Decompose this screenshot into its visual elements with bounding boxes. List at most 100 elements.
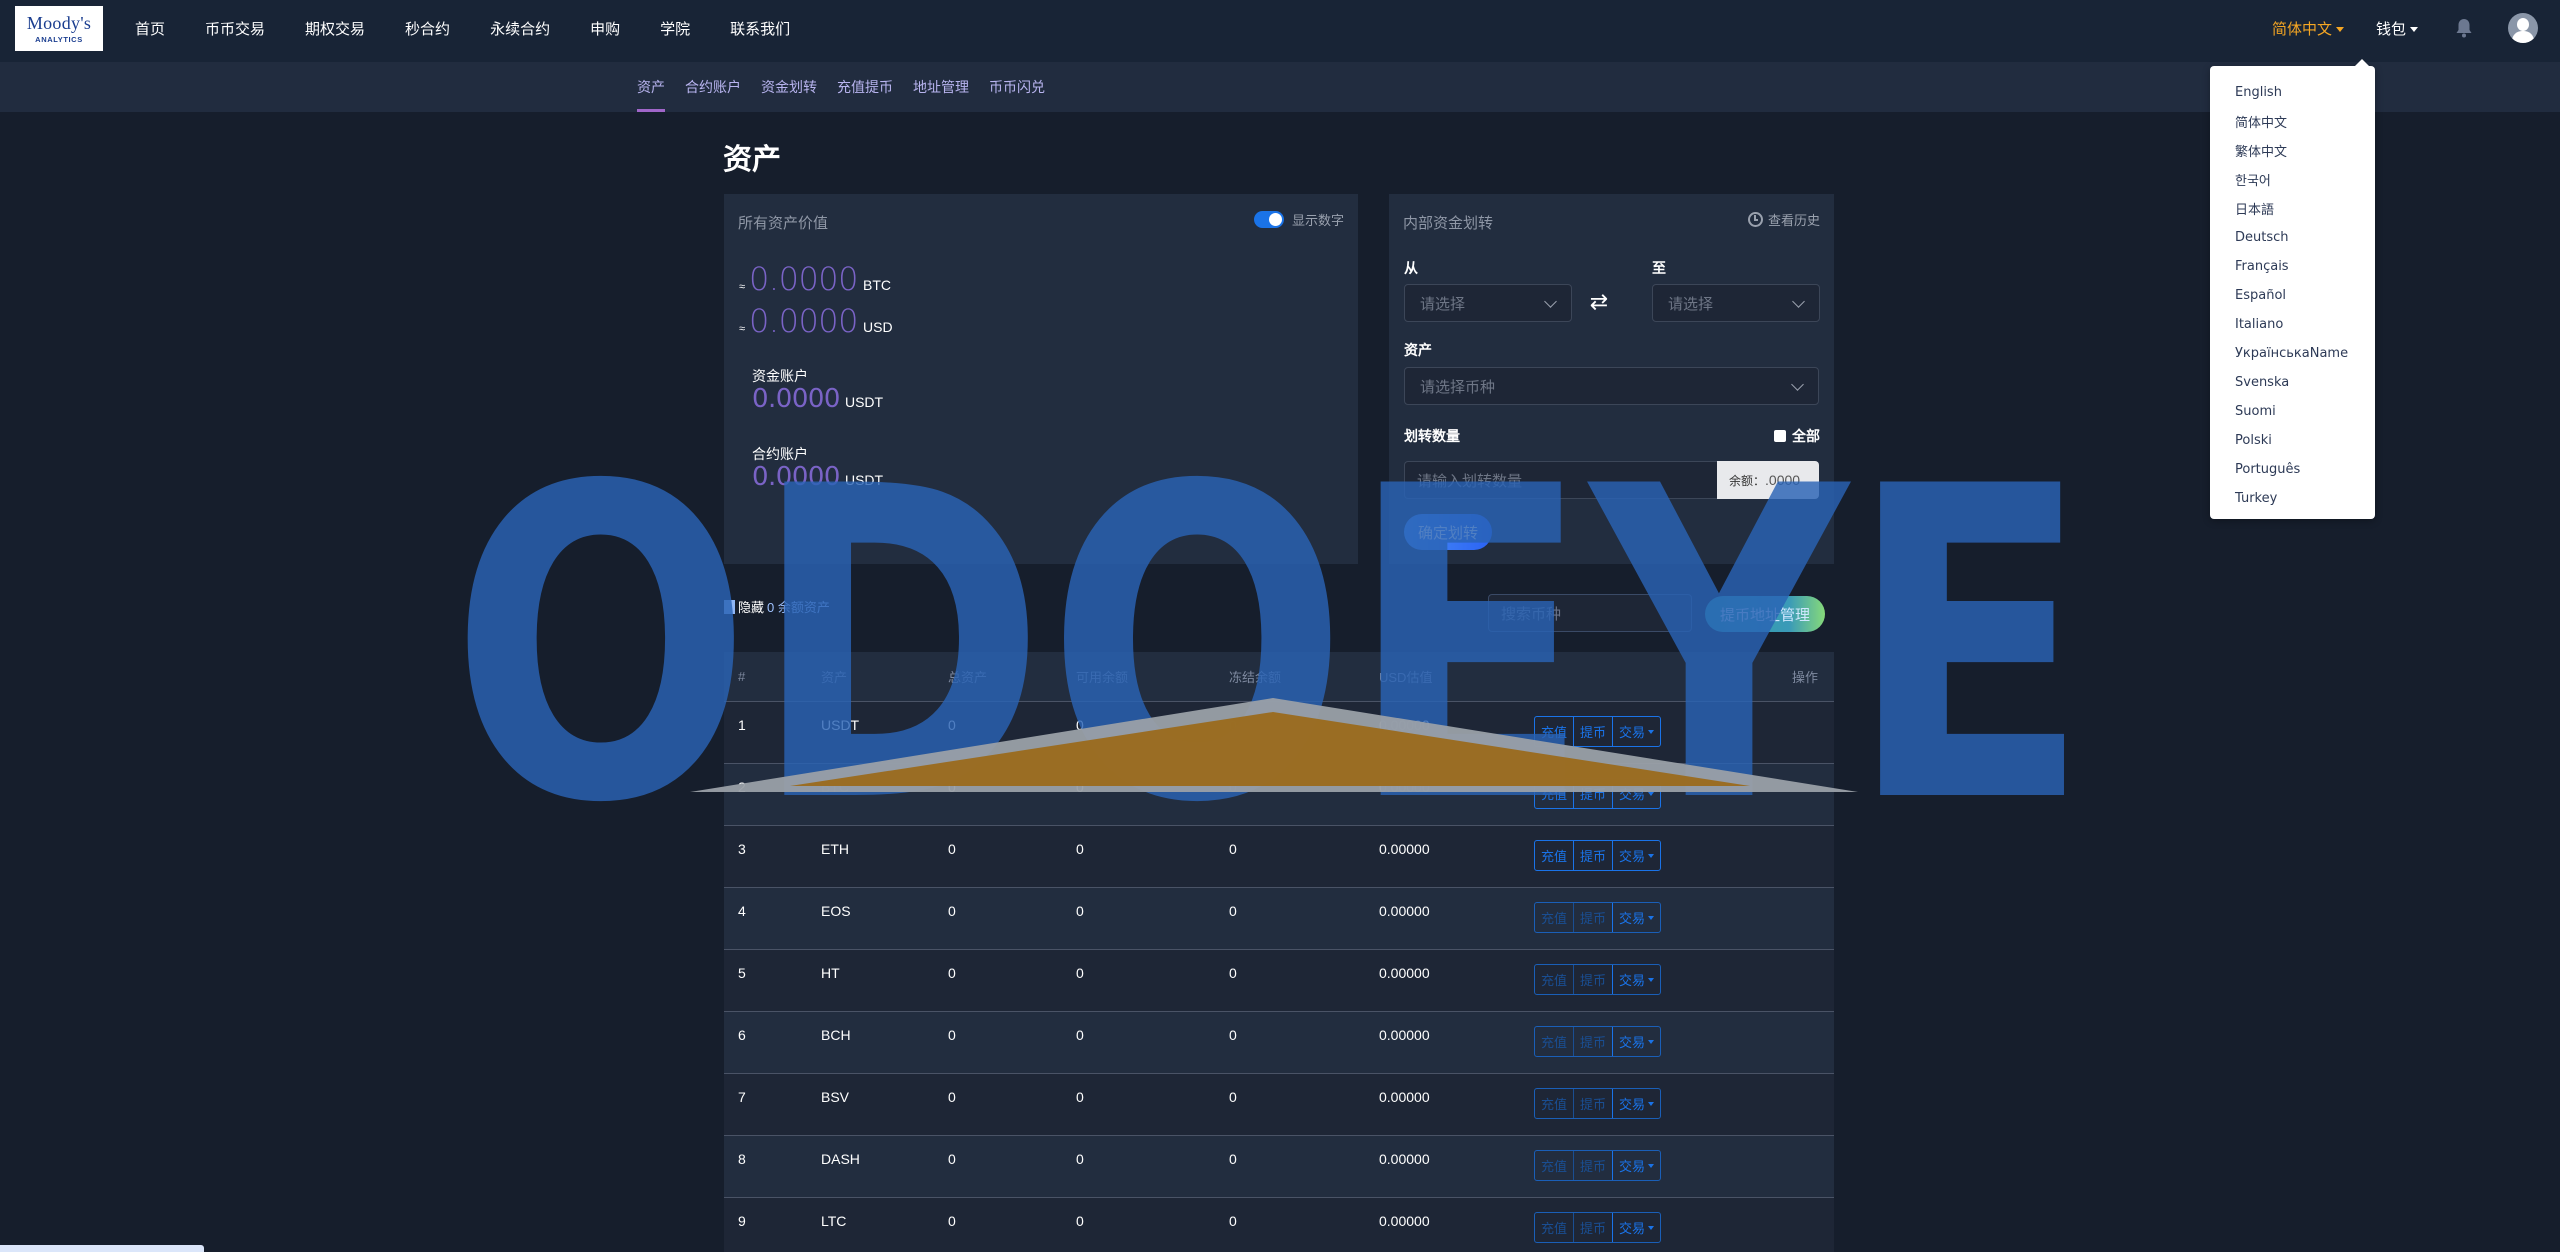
row-index: 6: [738, 1026, 746, 1043]
language-option[interactable]: Español: [2210, 281, 2375, 310]
row-action-buttons: 充值 提币 交易: [1534, 1150, 1662, 1181]
tab-assets[interactable]: 资产: [637, 62, 665, 112]
trade-dropdown-button[interactable]: 交易: [1612, 779, 1660, 808]
language-option[interactable]: УкраїнськаName: [2210, 339, 2375, 368]
row-action-buttons: 充值 提币 交易: [1534, 1088, 1662, 1119]
caret-down-icon: [1648, 1039, 1655, 1044]
deposit-button[interactable]: 充值: [1535, 1151, 1573, 1180]
tab-address-management[interactable]: 地址管理: [913, 62, 969, 112]
withdraw-button[interactable]: 提币: [1573, 841, 1612, 870]
language-option[interactable]: Turkey: [2210, 484, 2375, 513]
language-option[interactable]: 한국어: [2210, 165, 2375, 194]
row-index: 1: [738, 716, 746, 733]
language-dropdown-toggle[interactable]: 简体中文: [2272, 18, 2344, 39]
language-option[interactable]: 日本語: [2210, 194, 2375, 223]
language-option[interactable]: Polski: [2210, 426, 2375, 455]
page-title: 资产: [723, 144, 782, 176]
transfer-amount-input[interactable]: 请输入划转数量: [1404, 461, 1717, 499]
language-option[interactable]: 繁体中文: [2210, 136, 2375, 165]
trade-dropdown-button[interactable]: 交易: [1612, 1151, 1660, 1180]
language-option[interactable]: Português: [2210, 455, 2375, 484]
deposit-button[interactable]: 充值: [1535, 965, 1573, 994]
tab-deposit-withdraw[interactable]: 充值提币: [837, 62, 893, 112]
to-account-select[interactable]: 请选择: [1652, 284, 1820, 322]
show-numbers-switch[interactable]: [1253, 211, 1284, 228]
search-currency-input[interactable]: 搜索币种: [1488, 594, 1692, 632]
row-action-buttons: 充值 提币 交易: [1534, 840, 1662, 871]
avatar-body: [2512, 31, 2534, 43]
nav-subscription[interactable]: 申购: [590, 18, 620, 39]
tab-flash-exchange[interactable]: 币币闪兑: [989, 62, 1045, 112]
from-account-select[interactable]: 请选择: [1404, 284, 1572, 322]
withdraw-button[interactable]: 提币: [1573, 965, 1612, 994]
deposit-button[interactable]: 充值: [1535, 841, 1573, 870]
withdraw-address-management-button[interactable]: 提币地址管理: [1705, 596, 1825, 632]
withdraw-button[interactable]: 提币: [1573, 1089, 1612, 1118]
language-option[interactable]: Svenska: [2210, 368, 2375, 397]
nav-spot-trading[interactable]: 币币交易: [205, 18, 265, 39]
nav-options-trading[interactable]: 期权交易: [305, 18, 365, 39]
trade-dropdown-button[interactable]: 交易: [1612, 965, 1660, 994]
language-dropdown-menu: English 简体中文 繁体中文 한국어 日本語 Deutsch Français Espa…: [2210, 59, 2375, 519]
row-asset: BTC: [821, 778, 849, 795]
language-option[interactable]: 简体中文: [2210, 107, 2375, 136]
trade-dropdown-button[interactable]: 交易: [1612, 1213, 1660, 1242]
trade-dropdown-button[interactable]: 交易: [1612, 1027, 1660, 1056]
wallet-label: 钱包: [2375, 20, 2406, 38]
caret-down-icon: [1648, 915, 1655, 920]
deposit-button[interactable]: 充值: [1535, 903, 1573, 932]
row-usd-value: 0.00000: [1379, 1212, 1430, 1229]
logo-line1: Moody's: [26, 12, 92, 33]
language-option[interactable]: Deutsch: [2210, 223, 2375, 252]
nav-contact-us[interactable]: 联系我们: [730, 18, 790, 39]
caret-down-icon: [1648, 729, 1655, 734]
row-index: 5: [738, 964, 746, 981]
nav-second-contract[interactable]: 秒合约: [405, 18, 450, 39]
nav-perpetual-contract[interactable]: 永续合约: [490, 18, 550, 39]
trade-dropdown-button[interactable]: 交易: [1612, 841, 1660, 870]
wallet-dropdown-toggle[interactable]: 钱包: [2376, 18, 2418, 39]
row-usd-value: 0.00000: [1379, 1088, 1430, 1105]
deposit-button[interactable]: 充值: [1535, 1089, 1573, 1118]
withdraw-button[interactable]: 提币: [1573, 1213, 1612, 1242]
withdraw-button[interactable]: 提币: [1573, 1151, 1612, 1180]
withdraw-button[interactable]: 提币: [1573, 717, 1612, 746]
nav-home[interactable]: 首页: [135, 18, 165, 39]
row-total: 0: [948, 778, 956, 795]
language-option[interactable]: Italiano: [2210, 310, 2375, 339]
moodys-logo[interactable]: Moody's ANALYTICS: [15, 6, 103, 51]
deposit-button[interactable]: 充值: [1535, 1027, 1573, 1056]
row-usd-value: 0.00000: [1379, 716, 1430, 733]
withdraw-button[interactable]: 提币: [1573, 779, 1612, 808]
row-total: 0: [948, 902, 956, 919]
withdraw-button[interactable]: 提币: [1573, 903, 1612, 932]
table-row: 3 ETH 0 0 0 0.00000 充值 提币 交易: [724, 825, 1834, 887]
user-avatar[interactable]: [2508, 13, 2538, 43]
trade-dropdown-button[interactable]: 交易: [1612, 717, 1660, 746]
trade-dropdown-button[interactable]: 交易: [1612, 903, 1660, 932]
deposit-button[interactable]: 充值: [1535, 1213, 1573, 1242]
deposit-button[interactable]: 充值: [1535, 717, 1573, 746]
asset-currency-select[interactable]: 请选择币种: [1404, 367, 1819, 405]
transfer-all-checkbox[interactable]: [1774, 430, 1786, 442]
bell-icon[interactable]: [2454, 17, 2474, 39]
language-option[interactable]: English: [2210, 78, 2375, 107]
trade-dropdown-button[interactable]: 交易: [1612, 1089, 1660, 1118]
deposit-button[interactable]: 充值: [1535, 779, 1573, 808]
hide-zero-checkbox[interactable]: [724, 599, 735, 614]
swap-direction-icon[interactable]: ⇄: [1584, 290, 1614, 314]
row-asset: BSV: [821, 1088, 850, 1105]
show-numbers-toggle-wrap: 显示数字: [1253, 210, 1344, 229]
withdraw-button[interactable]: 提币: [1573, 1027, 1612, 1056]
row-frozen: 0: [1229, 902, 1237, 919]
btc-total-row: ≈ 0.0000 BTC: [739, 260, 891, 298]
confirm-transfer-button[interactable]: 确定划转: [1404, 514, 1492, 550]
view-history-link[interactable]: 查看历史: [1747, 210, 1820, 229]
nav-academy[interactable]: 学院: [660, 18, 690, 39]
language-option[interactable]: Suomi: [2210, 397, 2375, 426]
asset-tabs: 资产 合约账户 资金划转 充值提币 地址管理 币币闪兑: [637, 62, 1065, 112]
row-total: 0: [948, 1150, 956, 1167]
tab-fund-transfer[interactable]: 资金划转: [761, 62, 817, 112]
language-option[interactable]: Français: [2210, 252, 2375, 281]
tab-contract-account[interactable]: 合约账户: [685, 62, 741, 112]
